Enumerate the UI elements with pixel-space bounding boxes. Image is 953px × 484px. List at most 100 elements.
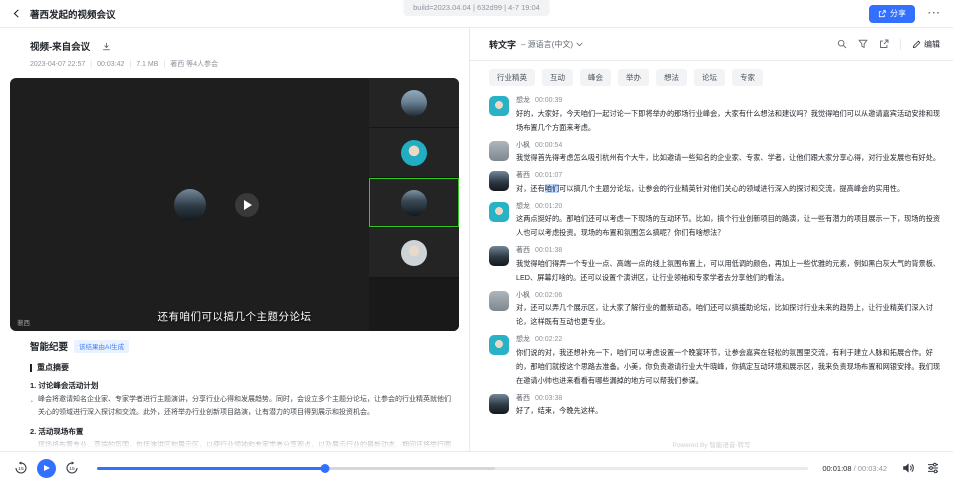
avatar [489, 335, 509, 355]
message-timestamp[interactable]: 00:02:22 [535, 336, 562, 343]
svg-text:15: 15 [18, 466, 24, 472]
message-timestamp[interactable]: 00:01:07 [535, 172, 562, 179]
message-text[interactable]: 好的，大家好，今天咱们一起讨论一下即将举办的那场行业峰会，大家有什么想法和建议吗… [516, 107, 942, 135]
summary-item-body: 峰会将邀请知名企业家、专家学者进行主题演讲，分享行业心得和发展趋势。同时，会设立… [30, 393, 457, 419]
video-subtitle: 还有咱们可以搞几个主题分论坛 [10, 309, 459, 324]
avatar [489, 246, 509, 266]
download-button[interactable] [102, 42, 111, 51]
summary-item-heading: 1. 讨论峰会活动计划 [30, 380, 457, 391]
summary-item-body: 现场将布置专业、高端的氛围，包括演讲区和展示区，以便行业领袖和专家学者分享观点，… [30, 439, 457, 451]
progress-bar[interactable] [97, 462, 808, 474]
transcript-message: 著西 00:01:38 我觉得咱们得弄一个专业一点、高端一点的线上氛围布置上，可以… [489, 246, 942, 285]
chevron-down-icon [576, 42, 583, 47]
export-button[interactable] [879, 39, 889, 49]
language-selector[interactable]: – 源语言(中文) [521, 39, 583, 50]
skip-forward-15-button[interactable]: 15 [65, 461, 79, 475]
transcript-header: 转文字 – 源语言(中文) [470, 28, 953, 61]
summary-section-title: 重点摘要 [37, 362, 69, 373]
play-icon [244, 200, 252, 210]
tag-chip[interactable]: 想法 [656, 69, 687, 86]
avatar [489, 202, 509, 222]
participant-avatar [401, 140, 427, 166]
speaker-name: 想龙 [516, 336, 530, 343]
sliders-icon [927, 462, 939, 474]
tag-chip[interactable]: 行业精英 [489, 69, 535, 86]
app-window: 著西发起的视频会议 build=2023.04.04 | 632d99 | 4-… [0, 0, 953, 484]
page-title: 著西发起的视频会议 [30, 7, 116, 21]
play-button[interactable] [37, 459, 56, 478]
share-button[interactable]: 分享 [869, 5, 915, 23]
avatar [489, 394, 509, 414]
avatar [489, 141, 509, 161]
transcript-title: 转文字 [489, 38, 516, 51]
tag-chip[interactable]: 专家 [732, 69, 763, 86]
summary-item-heading: 2. 活动现场布置 [30, 426, 457, 437]
current-time: 00:01:08 [822, 464, 851, 473]
time-display: 00:01:08 / 00:03:42 [822, 464, 887, 473]
tag-chip[interactable]: 互动 [542, 69, 573, 86]
participant-tile[interactable] [369, 128, 459, 177]
pencil-icon [912, 40, 921, 49]
meta-date: 2023-04-07 22:57 [30, 61, 85, 68]
play-icon [44, 465, 50, 471]
progress-knob[interactable] [320, 464, 329, 473]
skip-forward-15-icon: 15 [65, 461, 79, 475]
share-label: 分享 [890, 8, 906, 19]
message-text[interactable]: 对，还有咱们可以搞几个主题分论坛，让参会的行业精英针对他们关心的领域进行深入的探… [516, 182, 942, 196]
transcript-message: 小枫 00:00:54 我觉得首先得考虑怎么吸引杭州有个大牛，比如邀请一些知名的企… [489, 141, 942, 166]
section-marker [30, 364, 32, 372]
message-timestamp[interactable]: 00:01:20 [535, 203, 562, 210]
speaker-name: 想龙 [516, 97, 530, 104]
transcript-message: 小枫00:02:06 对，还可以弄几个展示区，让大家了解行业的最新动态。咱们还可… [489, 291, 942, 330]
toolbar-divider [900, 39, 901, 50]
speaker-name: 著西 [516, 172, 530, 179]
progress-played [97, 467, 325, 470]
playback-settings-button[interactable] [927, 462, 939, 474]
volume-button[interactable] [902, 462, 914, 474]
participant-tile[interactable] [369, 78, 459, 127]
more-button[interactable]: ··· [928, 8, 941, 19]
message-text[interactable]: 我觉得首先得考虑怎么吸引杭州有个大牛，比如邀请一些知名的企业家、专家、学者，让他… [516, 151, 942, 165]
avatar [489, 96, 509, 116]
message-text[interactable]: 我觉得咱们得弄一个专业一点、高端一点的线上氛围布置上，可以用低调的颜色，再加上一… [516, 257, 942, 285]
transcript-panel: 转文字 – 源语言(中文) [470, 28, 953, 451]
keyword-tags: 行业精英 互动 峰会 举办 想法 论坛 专家 [470, 61, 953, 92]
total-time: 00:03:42 [858, 464, 887, 473]
transcript-message: 著西 00:01:07 对，还有咱们可以搞几个主题分论坛，让参会的行业精英针对他们… [489, 171, 942, 196]
transcript-message: 想龙 00:00:39 好的，大家好，今天咱们一起讨论一下即将举办的那场行业峰会，… [489, 96, 942, 135]
message-timestamp[interactable]: 00:01:38 [535, 247, 562, 254]
tag-chip[interactable]: 峰会 [580, 69, 611, 86]
video-player[interactable]: 著西 还有咱们可以搞几个主题分论坛 [10, 78, 459, 331]
message-timestamp[interactable]: 00:00:39 [535, 97, 562, 104]
playback-highlight: 咱们 [545, 184, 559, 193]
message-text[interactable]: 你们说的对，我还想补充一下，咱们可以考虑设置一个晚宴环节，让参会嘉宾在轻松的氛围… [516, 346, 942, 388]
speaker-name: 著西 [516, 247, 530, 254]
message-text[interactable]: 这两点挺好的。那咱们还可以考虑一下现场的互动环节。比如，搞个行业创新项目的路演，… [516, 212, 942, 240]
smart-summary: 智能纪要 该结果由AI生成 重点摘要 1. 讨论峰会活动计划 峰会将邀请知名企业… [0, 331, 469, 451]
audio-player-bar: 15 15 00:01:08 / 00:03:42 [0, 451, 953, 484]
speaker-avatar [174, 189, 206, 221]
message-timestamp[interactable]: 00:03:38 [535, 395, 562, 402]
meta-duration: 00:03:42 [97, 61, 124, 68]
video-panel: 视频-来自会议 2023-04-07 22:57 | 00:03:42 | 7.… [0, 28, 470, 451]
back-button[interactable] [12, 9, 21, 18]
search-button[interactable] [837, 39, 847, 49]
video-play-button[interactable] [235, 193, 259, 217]
meta-participants: 著西 等4人参会 [170, 59, 218, 69]
tag-chip[interactable]: 举办 [618, 69, 649, 86]
edit-button[interactable]: 编辑 [912, 39, 940, 50]
message-text[interactable]: 好了，结束，今晚先这样。 [516, 404, 942, 418]
speaker-name: 小枫 [516, 142, 530, 149]
filter-button[interactable] [858, 39, 868, 49]
participant-tile[interactable] [369, 228, 459, 277]
message-timestamp[interactable]: 00:02:06 [535, 292, 562, 299]
skip-back-15-button[interactable]: 15 [14, 461, 28, 475]
speaker-name: 著西 [516, 395, 530, 402]
message-text[interactable]: 对，还可以弄几个展示区，让大家了解行业的最新动态。咱们还可以搞援助论坛，比如探讨… [516, 301, 942, 329]
participant-tile-active-speaker[interactable] [369, 178, 459, 227]
download-icon [102, 42, 111, 51]
message-timestamp[interactable]: 00:00:54 [535, 142, 562, 149]
avatar [489, 291, 509, 311]
tag-chip[interactable]: 论坛 [694, 69, 725, 86]
transcript-message: 著西 00:03:38 好了，结束，今晚先这样。 [489, 394, 942, 419]
